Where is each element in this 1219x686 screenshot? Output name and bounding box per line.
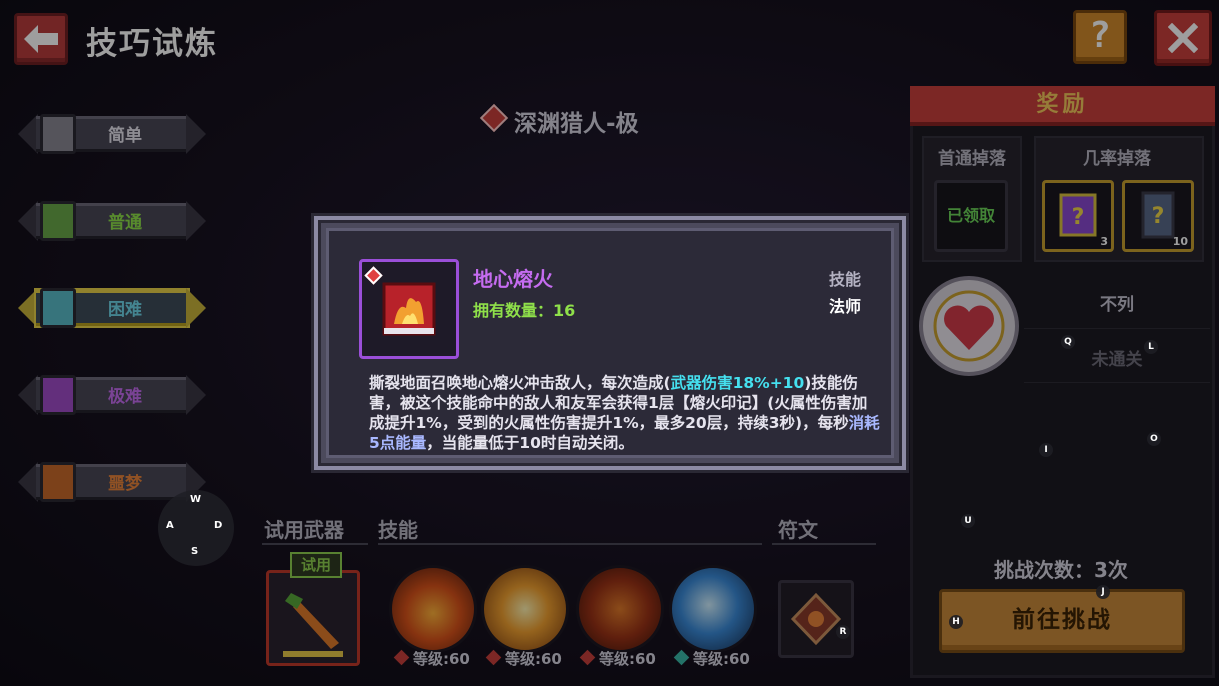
difficulty-label: 困难 — [108, 300, 142, 320]
svg-text:?: ? — [1072, 205, 1085, 230]
popup-inner-panel: 地心熔火 拥有数量：16 技能 法师 撕裂地面召唤地心熔火冲击敌人，每次造成(武… — [326, 228, 894, 458]
key-hint-l[interactable]: L — [1144, 340, 1158, 354]
demon-icon — [40, 375, 76, 415]
key-hint-h[interactable]: H — [949, 615, 963, 629]
fire-gem-icon — [393, 649, 410, 666]
reward-count: 10 — [1172, 235, 1188, 248]
difficulty-label: 极难 — [108, 387, 142, 407]
skill-name: 地心熔火 — [473, 267, 553, 291]
arrow-right-decor — [186, 201, 206, 241]
key-hint-i[interactable]: I — [1039, 443, 1053, 457]
reward-count: 3 — [1100, 235, 1108, 248]
skill-level-4: 等级:60 — [673, 648, 750, 669]
chance-drop-title: 几率掉落 — [1083, 149, 1151, 169]
damage-highlight: 武器伤害18%+10 — [670, 374, 805, 392]
key-w[interactable]: W — [190, 494, 201, 505]
row-divider — [1024, 328, 1210, 329]
page-title: 技巧试炼 — [86, 26, 218, 62]
arrow-right-decor — [186, 114, 206, 154]
key-hint-q[interactable]: Q — [1061, 335, 1075, 349]
difficulty-extreme-button[interactable]: 极难 — [18, 371, 206, 419]
skills-divider — [378, 543, 762, 545]
back-button[interactable] — [14, 13, 68, 65]
difficulty-easy-button[interactable]: 简单 — [18, 110, 206, 158]
row-divider — [1024, 382, 1210, 383]
close-icon — [1168, 23, 1198, 53]
key-hint-o[interactable]: O — [1147, 432, 1161, 446]
arrow-right-decor — [186, 375, 206, 415]
difficulty-label: 简单 — [108, 126, 142, 146]
arrow-left-decor — [18, 375, 38, 415]
runes-section-title: 符文 — [778, 518, 818, 542]
weapon-divider — [262, 543, 368, 545]
carrot-weapon-icon — [283, 593, 343, 657]
clear-status: 未通关 — [1091, 350, 1143, 370]
key-hint-r[interactable]: R — [836, 625, 850, 639]
skill-slot-1[interactable] — [389, 565, 477, 653]
first-drop-title: 首通掉落 — [938, 149, 1006, 169]
reward-title: 奖励 — [910, 86, 1215, 126]
key-d[interactable]: D — [214, 520, 222, 531]
skill-owned-count: 拥有数量：16 — [473, 301, 576, 320]
ghost-icon — [40, 288, 76, 328]
difficulty-hard-button[interactable]: 困难 — [18, 284, 206, 332]
arrow-left-decor — [18, 201, 38, 241]
trial-tag: 试用 — [290, 552, 342, 578]
boss-portrait — [914, 270, 1024, 382]
difficulty-label: 噩梦 — [108, 474, 142, 494]
close-button[interactable] — [1154, 10, 1212, 66]
skill-level-1: 等级:60 — [393, 648, 470, 669]
reward-item-1[interactable]: ? 3 — [1042, 180, 1114, 252]
rune-slot[interactable] — [778, 580, 854, 658]
skill-description: 撕裂地面召唤地心熔火冲击敌人，每次造成(武器伤害18%+10)技能伤害，被这个技… — [369, 374, 880, 452]
fire-gem-icon — [485, 649, 502, 666]
game-screen: 技巧试炼 ? 简单 普通 困难 极难 噩梦 深渊猎人-极 试用武器 技能 符文 … — [0, 0, 1219, 686]
difficulty-normal-button[interactable]: 普通 — [18, 197, 206, 245]
ice-gem-icon — [673, 649, 690, 666]
key-hint-j[interactable]: J — [1096, 585, 1110, 599]
svg-text:?: ? — [1152, 204, 1165, 229]
skill-slot-4[interactable] — [669, 565, 757, 653]
challenge-count: 挑战次数：3次 — [994, 558, 1128, 582]
skill-level-3: 等级:60 — [579, 648, 656, 669]
skull-icon — [40, 114, 76, 154]
key-hint-u[interactable]: U — [961, 514, 975, 528]
goblin-icon — [40, 201, 76, 241]
stage-gem-icon — [479, 103, 509, 133]
rank-label: 不列 — [1100, 295, 1134, 315]
skill-slot-2[interactable] — [481, 565, 569, 653]
stage-name: 深渊猎人-极 — [514, 111, 639, 137]
skill-level-2: 等级:60 — [485, 648, 562, 669]
help-button[interactable]: ? — [1073, 10, 1127, 64]
heart-boss-icon — [919, 276, 1019, 376]
go-challenge-button[interactable]: 前往挑战 — [939, 589, 1185, 653]
rune-icon — [790, 592, 842, 646]
trial-weapon-slot[interactable] — [266, 570, 360, 666]
skill-detail-popup: 地心熔火 拥有数量：16 技能 法师 撕裂地面召唤地心熔火冲击敌人，每次造成(武… — [314, 216, 906, 470]
question-icon: ? — [1089, 15, 1111, 56]
runes-divider — [772, 543, 876, 545]
skill-slot-3[interactable] — [576, 565, 664, 653]
first-drop-item[interactable]: 已领取 — [934, 180, 1008, 252]
skill-type: 技能 — [828, 270, 861, 289]
weapon-section-title: 试用武器 — [264, 518, 344, 542]
claimed-label: 已领取 — [946, 206, 995, 225]
arrow-left-decor — [18, 288, 38, 328]
difficulty-label: 普通 — [108, 213, 142, 233]
dragon-icon — [40, 462, 76, 502]
skill-class: 法师 — [828, 297, 861, 316]
arrow-right-decor — [186, 288, 206, 328]
key-s[interactable]: S — [191, 546, 198, 557]
fire-gem-icon — [579, 649, 596, 666]
reward-item-2[interactable]: ? 10 — [1122, 180, 1194, 252]
back-arrow-icon — [24, 25, 58, 53]
key-a[interactable]: A — [166, 520, 174, 531]
skills-section-title: 技能 — [378, 518, 418, 542]
arrow-left-decor — [18, 462, 38, 502]
arrow-left-decor — [18, 114, 38, 154]
